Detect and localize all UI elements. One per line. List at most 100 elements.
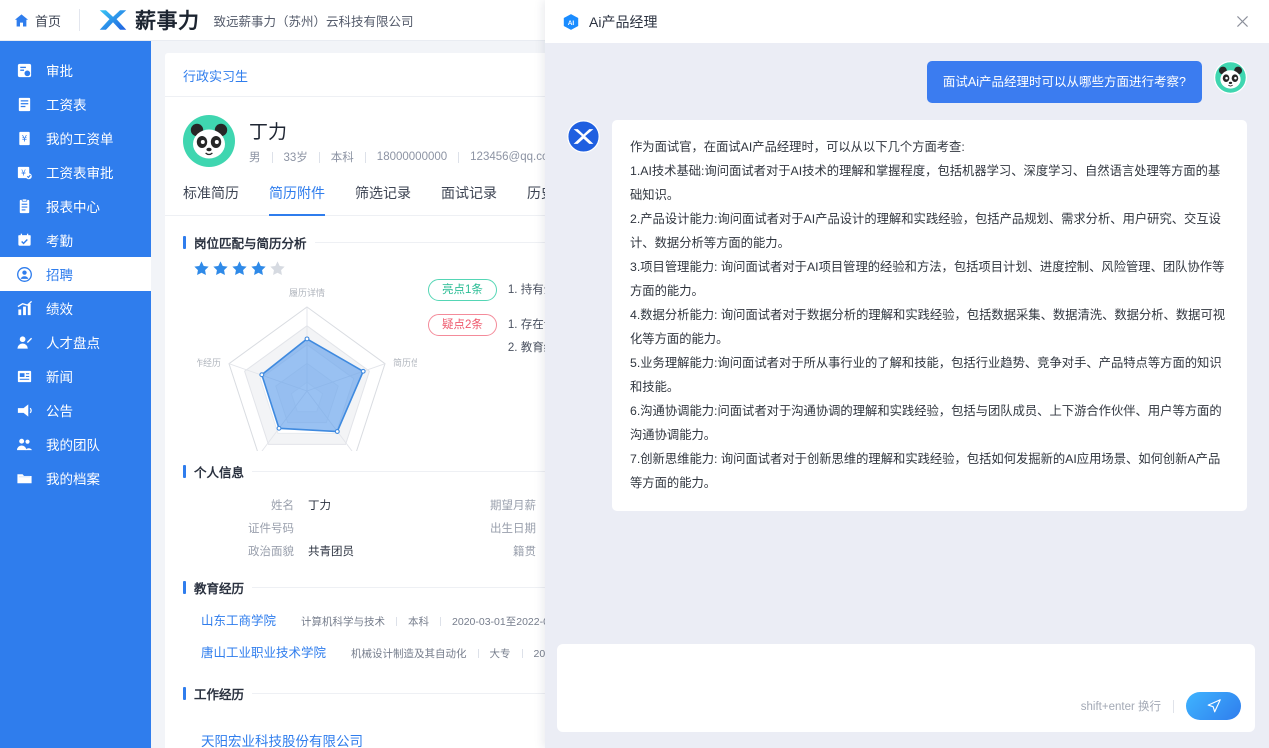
section-title: 教育经历	[194, 582, 245, 596]
home-icon	[14, 13, 29, 26]
chat-messages: 面试Ai产品经理时可以从哪些方面进行考察? 作为面试官，在面试AI产品经理时，可…	[545, 43, 1269, 630]
home-label: 首页	[35, 13, 62, 29]
payroll-approval-icon: ¥	[17, 166, 32, 179]
close-button[interactable]	[1231, 11, 1253, 33]
info-cell: 出生日期	[425, 518, 545, 541]
home-link[interactable]: 首页	[14, 11, 61, 30]
payroll-icon	[18, 97, 31, 111]
work-company[interactable]: 天阳宏业科技股份有限公司	[201, 730, 545, 748]
info-row: 政治面貌 共青团员 籍贯	[183, 541, 545, 564]
tab-interview-record[interactable]: 面试记录	[441, 183, 497, 216]
sidebar-item-my-archive[interactable]: 我的档案	[0, 461, 151, 495]
tab-standard-resume[interactable]: 标准简历	[183, 183, 239, 216]
newline-hint: shift+enter 换行	[1080, 701, 1161, 713]
education-item: 山东工商学院 计算机科学与技术 本科 2020-03-01至2022-07-01…	[201, 610, 545, 629]
sidebar-item-news[interactable]: 新闻	[0, 359, 151, 393]
education-list: 山东工商学院 计算机科学与技术 本科 2020-03-01至2022-07-01…	[165, 597, 545, 661]
star-icon	[194, 261, 209, 276]
sidebar-item-label: 工资表	[46, 98, 87, 113]
section-title: 岗位匹配与简历分析	[194, 237, 307, 251]
chat-title: Ai产品经理	[589, 13, 658, 30]
send-icon	[1207, 699, 1221, 713]
sidebar-item-label: 考勤	[46, 234, 73, 249]
education-period: 2011-09-01至2014	[533, 648, 545, 660]
section-title: 个人信息	[194, 466, 245, 480]
tab-resume-attachment[interactable]: 简历附件	[269, 183, 325, 216]
sidebar-item-my-team[interactable]: 我的团队	[0, 427, 151, 461]
payslip-icon: ¥	[19, 131, 30, 145]
sidebar-item-payroll-approval[interactable]: ¥ 工资表审批	[0, 155, 151, 189]
close-icon	[1236, 16, 1248, 27]
sidebar-item-recruit[interactable]: 招聘	[0, 257, 151, 291]
composer-divider	[1173, 699, 1174, 713]
ai-message-line: 6.沟通协调能力:问面试者对于沟通协调的理解和实践经验，包括与团队成员、上下游合…	[630, 404, 1222, 442]
breadcrumb[interactable]: 行政实习生	[165, 53, 545, 97]
section-marker	[183, 581, 186, 594]
composer-toolbar: shift+enter 换行	[1081, 692, 1241, 720]
sidebar-item-label: 绩效	[46, 302, 73, 317]
sidebar-item-report-center[interactable]: 报表中心	[0, 189, 151, 223]
info-cell: 政治面貌 共青团员	[183, 541, 425, 564]
education-major: 机械设计制造及其自动化	[351, 648, 467, 660]
sidebar-item-performance[interactable]: 绩效	[0, 291, 151, 325]
star-icon	[213, 261, 228, 276]
tab-screening-record[interactable]: 筛选记录	[355, 183, 411, 216]
sidebar-item-approval[interactable]: 审批	[0, 53, 151, 87]
sidebar-item-label: 新闻	[46, 370, 73, 385]
education-degree: 大专	[489, 648, 511, 660]
section-header-analysis: 岗位匹配与简历分析	[165, 216, 545, 252]
sidebar-item-label: 我的团队	[46, 438, 100, 453]
candidate-header: 丁力 男 33岁 本科 18000000000 123456@qq.com	[165, 97, 545, 167]
info-value: 丁力	[308, 500, 331, 512]
sidebar-item-payslip[interactable]: ¥ 我的工资单	[0, 121, 151, 155]
composer: shift+enter 换行	[557, 644, 1255, 732]
announce-icon	[17, 403, 32, 417]
tab-history-delivery[interactable]: 历史投递	[527, 183, 545, 216]
info-label: 证件号码	[248, 523, 294, 535]
ai-message-line: 7.创新思维能力: 询问面试者对于创新思维的理解和实践经验，包括如何发掘新的AI…	[630, 452, 1221, 490]
candidate-gender: 男	[249, 152, 261, 164]
user-avatar	[1214, 61, 1247, 94]
user-message-bubble: 面试Ai产品经理时可以从哪些方面进行考察?	[926, 61, 1202, 103]
candidate-name: 丁力	[249, 122, 288, 143]
ai-message-line: 5.业务理解能力:询问面试者对于所从事行业的了解和技能，包括行业趋势、竞争对手、…	[630, 356, 1222, 394]
team-icon	[16, 438, 33, 450]
report-icon	[19, 198, 30, 213]
radar-axis-label: 履历详情	[289, 287, 325, 298]
news-icon	[17, 370, 32, 382]
send-button[interactable]	[1186, 692, 1241, 720]
info-label: 姓名	[271, 500, 294, 512]
message-input[interactable]	[557, 644, 1255, 696]
education-school[interactable]: 山东工商学院	[201, 610, 276, 629]
sidebar: 审批 工资表 ¥ 我的工资单 ¥ 工资表审批 报表中心 考勤 招聘 绩效 人才盘…	[0, 41, 151, 748]
analysis-block: 履历详情 简历信息 专业技能 教育经历 工作经历 亮点1条 1. 持有全国计 疑…	[165, 252, 545, 454]
section-header-work: 工作经历	[165, 674, 545, 703]
sidebar-item-talent[interactable]: 人才盘点	[0, 325, 151, 359]
sidebar-item-label: 工资表审批	[46, 166, 114, 181]
section-rule	[252, 471, 545, 472]
candidate-age: 33岁	[283, 152, 308, 164]
svg-text:AI: AI	[568, 19, 575, 26]
resume-radar-chart: 履历详情 简历信息 专业技能 教育经历 工作经历	[197, 279, 417, 454]
candidate-card: 行政实习生 丁力 男 33岁 本科 18000000000 123456@qq.…	[165, 53, 545, 748]
sidebar-item-attendance[interactable]: 考勤	[0, 223, 151, 257]
info-row: 姓名 丁力 期望月薪	[183, 495, 545, 518]
ai-chat-panel: AI Ai产品经理 面试Ai产品经理时可以从哪些方面进行考察? 作为面试官，在面…	[545, 0, 1269, 748]
main-content: 行政实习生 丁力 男 33岁 本科 18000000000 123456@qq.…	[151, 41, 545, 748]
sidebar-item-label: 我的档案	[46, 472, 100, 487]
section-title: 工作经历	[194, 688, 245, 702]
education-period: 2020-03-01至2022-07-01(2年)	[452, 616, 545, 628]
highlight-row: 亮点1条 1. 持有全国计	[428, 279, 545, 302]
sidebar-item-announcement[interactable]: 公告	[0, 393, 151, 427]
section-marker	[183, 236, 186, 249]
doubt-badge[interactable]: 疑点2条	[428, 314, 497, 336]
info-label: 政治面貌	[248, 546, 294, 558]
tab-bar: 标准简历 简历附件 筛选记录 面试记录 历史投递	[165, 167, 545, 216]
education-school[interactable]: 唐山工业职业技术学院	[201, 642, 326, 661]
candidate-education: 本科	[330, 152, 354, 164]
education-major: 计算机科学与技术	[301, 616, 386, 628]
highlight-badge[interactable]: 亮点1条	[428, 279, 497, 301]
personal-info-grid: 姓名 丁力 期望月薪 证件号码 出生日期 政治面貌 共青团员 籍贯	[165, 481, 545, 564]
sidebar-item-payroll[interactable]: 工资表	[0, 87, 151, 121]
section-marker	[183, 687, 186, 700]
